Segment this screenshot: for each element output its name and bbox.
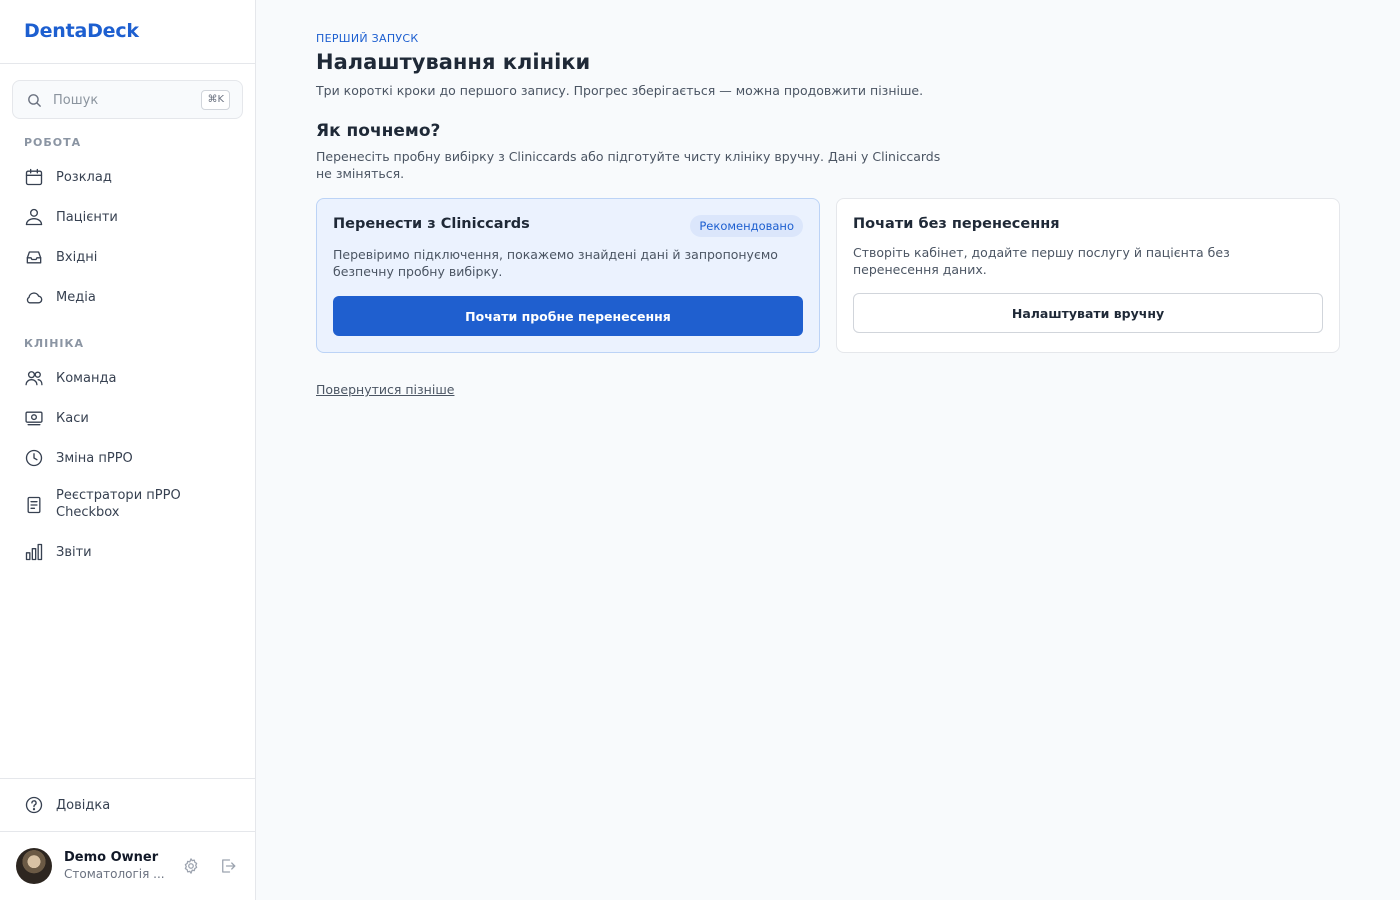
sidebar-item-label: Реєстратори пРРО Checkbox (56, 488, 181, 520)
sidebar-item-prro-registrars[interactable]: Реєстратори пРРО Checkbox (12, 486, 243, 524)
divider (0, 778, 255, 779)
search-box[interactable]: ⌘K (12, 80, 243, 119)
return-later-link[interactable]: Повернутися пізніше (316, 382, 454, 397)
cash-register-icon (24, 408, 44, 428)
sidebar-item-schedule[interactable]: Розклад (12, 166, 243, 188)
bar-chart-icon (24, 542, 44, 562)
team-icon (24, 368, 44, 388)
page-title: Налаштування клініки (316, 50, 591, 74)
divider (0, 831, 255, 832)
card-title: Перенести з Cliniccards (333, 216, 530, 232)
card-description: Перевіримо підключення, покажемо знайден… (333, 247, 778, 279)
sidebar-item-label: Вхідні (56, 250, 98, 265)
sidebar-item-patients[interactable]: Пацієнти (12, 206, 243, 228)
search-icon (26, 92, 43, 109)
page-subtitle: Три короткі кроки до першого запису. Про… (316, 83, 924, 98)
user-clinic: Стоматологія ... (64, 867, 164, 881)
gear-icon[interactable] (182, 857, 200, 875)
sidebar-item-label: Каси (56, 411, 89, 426)
eyebrow-label: ПЕРШИЙ ЗАПУСК (316, 32, 419, 45)
option-card-manual: Почати без перенесення Створіть кабінет,… (836, 198, 1340, 353)
clock-icon (24, 448, 44, 468)
sidebar-item-prro-shift[interactable]: Зміна пРРО (12, 447, 243, 469)
receipt-icon (24, 495, 44, 515)
search-input[interactable] (53, 90, 203, 110)
app-logo[interactable]: DentaDeck (24, 20, 139, 42)
sidebar: DentaDeck ⌘K РОБОТА Розклад Пацієнти Вхі… (0, 0, 256, 900)
sidebar-item-label: Зміна пРРО (56, 451, 133, 466)
logout-icon[interactable] (219, 857, 237, 875)
option-card-migrate: Перенести з Cliniccards Рекомендовано Пе… (316, 198, 820, 353)
avatar[interactable] (16, 848, 52, 884)
start-trial-migration-button[interactable]: Почати пробне перенесення (333, 296, 803, 336)
sidebar-item-label: Довідка (56, 798, 111, 813)
card-title: Почати без перенесення (853, 216, 1060, 232)
inbox-icon (24, 247, 44, 267)
sidebar-item-media[interactable]: Медіа (12, 286, 243, 308)
sidebar-item-help[interactable]: Довідка (12, 794, 243, 816)
cloud-icon (24, 287, 44, 307)
setup-manually-button[interactable]: Налаштувати вручну (853, 293, 1323, 333)
user-name: Demo Owner (64, 850, 159, 865)
recommended-badge: Рекомендовано (690, 215, 803, 237)
sidebar-item-label: Медіа (56, 290, 96, 305)
patients-icon (24, 207, 44, 227)
sidebar-item-label: Розклад (56, 170, 112, 185)
divider (0, 63, 255, 64)
section-description: Перенесіть пробну вибірку з Cliniccards … (316, 149, 941, 181)
help-circle-icon (24, 795, 44, 815)
sidebar-item-cash-registers[interactable]: Каси (12, 407, 243, 429)
sidebar-item-team[interactable]: Команда (12, 367, 243, 389)
nav-section-label: РОБОТА (24, 136, 82, 149)
section-title: Як почнемо? (316, 121, 441, 141)
shortcut-hint: ⌘K (201, 90, 230, 110)
card-description: Створіть кабінет, додайте першу послугу … (853, 245, 1230, 277)
calendar-icon (24, 167, 44, 187)
sidebar-item-label: Звіти (56, 545, 92, 560)
sidebar-item-inbox[interactable]: Вхідні (12, 246, 243, 268)
nav-section-label: КЛІНІКА (24, 337, 85, 350)
sidebar-item-label: Команда (56, 371, 117, 386)
sidebar-item-label: Пацієнти (56, 210, 118, 225)
sidebar-item-reports[interactable]: Звіти (12, 541, 243, 563)
